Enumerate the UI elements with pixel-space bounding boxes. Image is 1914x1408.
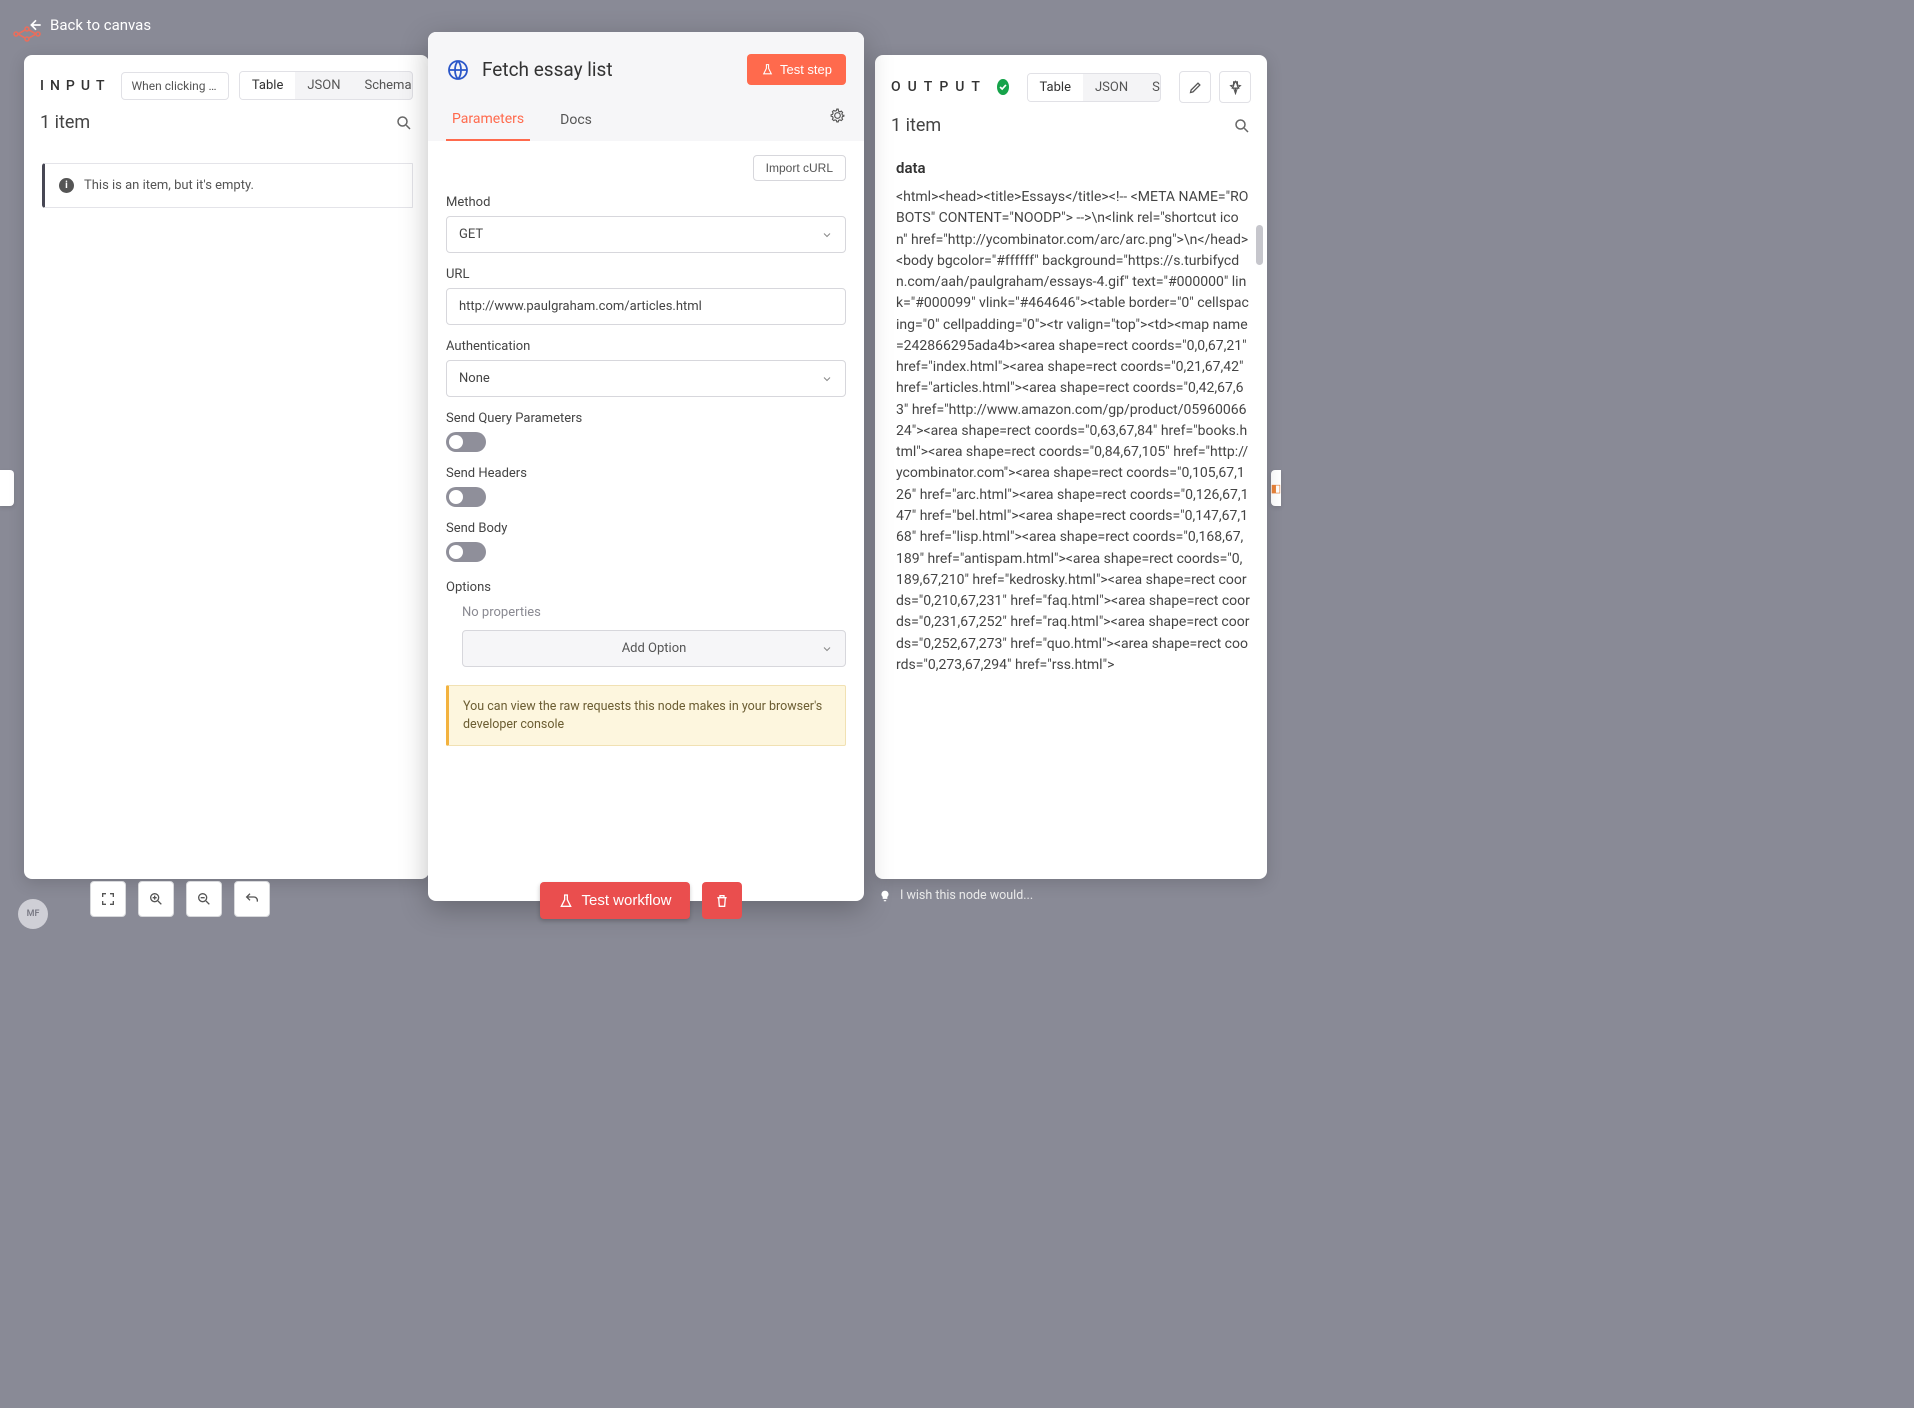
input-title: INPUT (40, 78, 111, 94)
headers-toggle[interactable] (446, 487, 486, 507)
back-label: Back to canvas (50, 16, 151, 34)
success-badge (997, 79, 1009, 95)
arrow-left-icon (26, 17, 42, 33)
left-drawer-handle[interactable] (0, 470, 14, 506)
tab-docs[interactable]: Docs (554, 104, 598, 140)
url-input[interactable] (459, 299, 833, 314)
auth-select[interactable]: None (446, 360, 846, 397)
flask-icon (761, 63, 774, 76)
output-cell-value: <html><head><title>Essays</title><!-- <M… (888, 187, 1258, 684)
query-params-label: Send Query Parameters (446, 411, 846, 426)
options-label: Options (446, 580, 846, 595)
url-input-wrapper (446, 288, 846, 325)
input-empty-item: i This is an item, but it's empty. (42, 163, 413, 208)
edit-output-button[interactable] (1179, 71, 1211, 103)
node-title: Fetch essay list (482, 58, 613, 81)
fit-view-button[interactable] (90, 881, 126, 917)
input-tab-table[interactable]: Table (240, 72, 295, 99)
test-workflow-button[interactable]: Test workflow (539, 882, 689, 919)
input-tab-schema[interactable]: Schema (352, 72, 413, 99)
no-properties-text: No properties (462, 605, 846, 620)
output-tab-schema[interactable]: Schema (1140, 74, 1161, 101)
test-step-button[interactable]: Test step (747, 54, 846, 85)
output-column-header: data (888, 153, 1258, 187)
method-label: Method (446, 195, 846, 210)
lightbulb-icon (878, 889, 892, 903)
search-icon[interactable] (395, 114, 413, 132)
zoom-out-button[interactable] (186, 881, 222, 917)
chevron-down-icon (821, 643, 833, 655)
import-curl-button[interactable]: Import cURL (753, 155, 846, 181)
globe-icon (446, 58, 470, 82)
output-data-area[interactable]: data <html><head><title>Essays</title><!… (887, 152, 1259, 867)
input-tab-json[interactable]: JSON (295, 72, 352, 99)
output-title: OUTPUT (891, 79, 987, 95)
method-select[interactable]: GET (446, 216, 846, 253)
tab-parameters[interactable]: Parameters (446, 103, 530, 141)
canvas-toolbar (90, 881, 270, 917)
dev-console-tip: You can view the raw requests this node … (446, 685, 846, 746)
auth-label: Authentication (446, 339, 846, 354)
empty-message: This is an item, but it's empty. (84, 178, 254, 193)
back-to-canvas-link[interactable]: Back to canvas (26, 16, 151, 34)
chevron-down-icon (821, 373, 833, 385)
gear-icon (829, 107, 846, 124)
query-params-toggle[interactable] (446, 432, 486, 452)
input-trigger-pill[interactable]: When clicking ‘Ex (121, 72, 229, 100)
output-tab-table[interactable]: Table (1028, 74, 1083, 101)
body-toggle[interactable] (446, 542, 486, 562)
output-item-count: 1 item (891, 115, 941, 136)
trash-icon (714, 893, 730, 909)
scrollbar-thumb[interactable] (1256, 225, 1263, 265)
node-config-modal: Fetch essay list Test step Parameters Do… (428, 32, 864, 901)
delete-workflow-button[interactable] (702, 882, 742, 919)
zoom-in-button[interactable] (138, 881, 174, 917)
output-tab-json[interactable]: JSON (1083, 74, 1140, 101)
headers-label: Send Headers (446, 466, 846, 481)
add-option-select[interactable]: Add Option (462, 630, 846, 667)
feedback-prompt[interactable]: I wish this node would... (878, 888, 1267, 903)
pin-output-button[interactable] (1219, 71, 1251, 103)
url-label: URL (446, 267, 846, 282)
settings-button[interactable] (829, 107, 846, 138)
input-panel: INPUT When clicking ‘Ex Table JSON Schem… (24, 55, 429, 879)
input-view-tabs: Table JSON Schema (239, 71, 413, 100)
input-item-count: 1 item (40, 112, 90, 133)
search-icon[interactable] (1233, 117, 1251, 135)
chevron-down-icon (821, 229, 833, 241)
undo-button[interactable] (234, 881, 270, 917)
output-panel: OUTPUT Table JSON Schema 1 item data <ht… (875, 55, 1267, 879)
body-label: Send Body (446, 521, 846, 536)
right-drawer-handle[interactable]: ◧ (1271, 470, 1281, 506)
info-icon: i (59, 178, 74, 193)
flask-icon (557, 893, 573, 909)
output-view-tabs: Table JSON Schema (1027, 73, 1161, 102)
user-avatar[interactable]: MF (18, 899, 48, 929)
